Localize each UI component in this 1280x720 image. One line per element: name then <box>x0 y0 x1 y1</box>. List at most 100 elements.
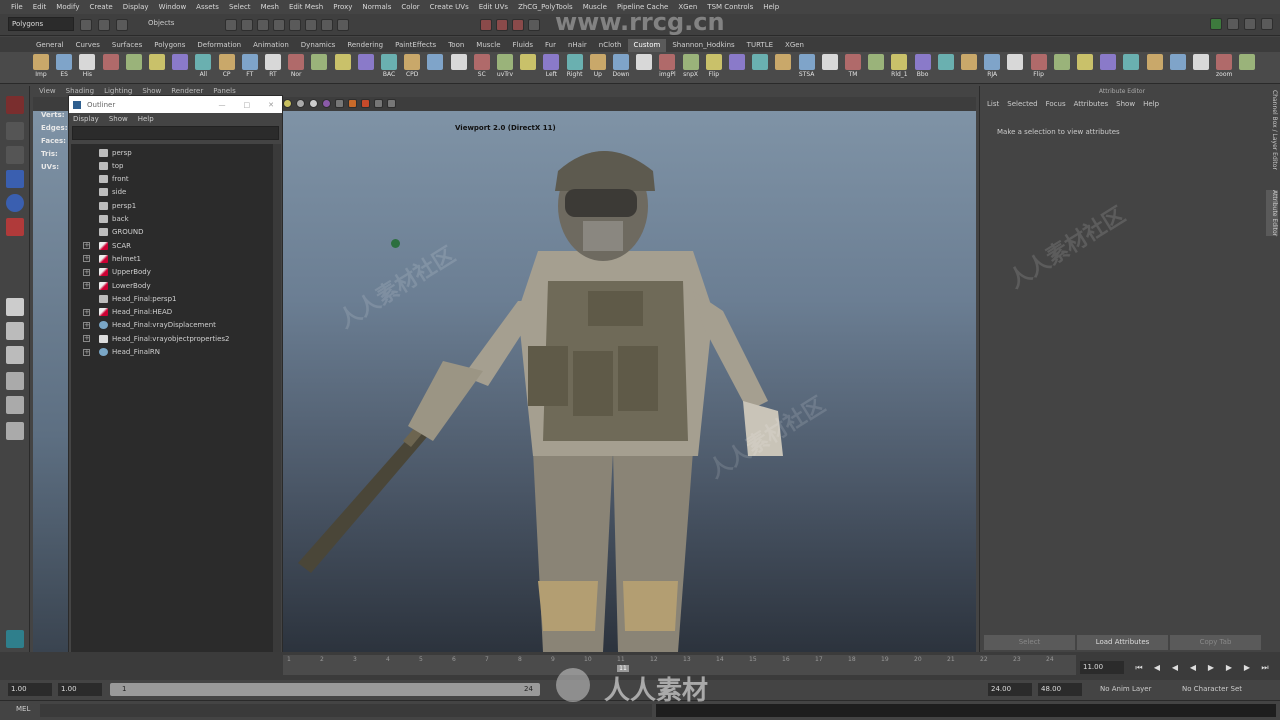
outliner-item[interactable]: + Head_Final:vrayDisplacement <box>71 319 271 332</box>
menu-item[interactable]: Normals <box>357 3 396 11</box>
menu-item[interactable]: Assets <box>191 3 224 11</box>
shelf-button[interactable]: FT <box>239 54 261 82</box>
menu-item[interactable]: Mesh <box>256 3 284 11</box>
outliner-item[interactable]: + UpperBody <box>71 266 271 279</box>
shelf-button[interactable]: Imp <box>30 54 52 82</box>
menu-item[interactable]: Edit <box>28 3 52 11</box>
shelf-button[interactable]: Bbo <box>912 54 934 82</box>
shelf-button[interactable]: Right <box>564 54 586 82</box>
paint-select-icon[interactable] <box>6 146 24 164</box>
shelf-button[interactable] <box>1120 54 1142 82</box>
go-to-end-icon[interactable]: ⏭ <box>1260 663 1270 673</box>
shelf-button[interactable] <box>772 54 794 82</box>
snap-grid-icon[interactable] <box>273 19 285 31</box>
snap-curve-icon[interactable] <box>289 19 301 31</box>
expand-icon[interactable]: + <box>83 242 90 250</box>
shelf-button[interactable]: uvTrv <box>494 54 516 82</box>
shelf-tab[interactable]: Muscle <box>470 39 506 52</box>
shelf-button[interactable] <box>1004 54 1026 82</box>
render-settings-icon[interactable] <box>512 19 524 31</box>
shelf-button[interactable] <box>355 54 377 82</box>
isolate-select-icon[interactable] <box>374 99 383 108</box>
shelf-tab[interactable]: Surfaces <box>106 39 148 52</box>
shelf-button[interactable] <box>448 54 470 82</box>
copy-tab-button[interactable]: Copy Tab <box>1170 635 1261 650</box>
graph-layout-icon[interactable] <box>6 396 24 414</box>
outliner-item[interactable]: Head_Final:persp1 <box>71 292 271 305</box>
shelf-button[interactable] <box>1097 54 1119 82</box>
menu-item[interactable]: Proxy <box>328 3 357 11</box>
save-scene-icon[interactable] <box>116 19 128 31</box>
current-time-field[interactable]: 11.00 <box>1080 661 1124 674</box>
shelf-button[interactable] <box>1167 54 1189 82</box>
viewport-menu-item[interactable]: View <box>39 86 56 97</box>
shelf-button[interactable] <box>1051 54 1073 82</box>
outliner-menu-help[interactable]: Help <box>138 113 154 125</box>
persp-outliner-layout-icon[interactable] <box>6 372 24 390</box>
shelf-tab[interactable]: Fluids <box>507 39 539 52</box>
outliner-menu-display[interactable]: Display <box>73 113 99 125</box>
go-to-start-icon[interactable]: ⏮ <box>1134 663 1144 673</box>
new-scene-icon[interactable] <box>80 19 92 31</box>
menu-item[interactable]: Create UVs <box>425 3 474 11</box>
outliner-item[interactable]: + LowerBody <box>71 279 271 292</box>
anim-layer-dropdown[interactable]: No Anim Layer <box>1100 685 1151 693</box>
ae-menu-list[interactable]: List <box>987 97 999 111</box>
menu-item[interactable]: Help <box>758 3 784 11</box>
outliner-item[interactable]: top <box>71 159 271 172</box>
shelf-tab[interactable]: Animation <box>247 39 295 52</box>
ipr-render-icon[interactable] <box>496 19 508 31</box>
outliner-item[interactable]: + Head_FinalRN <box>71 346 271 359</box>
shelf-button[interactable]: Up <box>587 54 609 82</box>
motion-blur-icon[interactable] <box>361 99 370 108</box>
shelf-tab[interactable]: Deformation <box>191 39 247 52</box>
snap-surface-icon[interactable] <box>337 19 349 31</box>
playback-start-field[interactable]: 1.00 <box>58 683 102 696</box>
outliner-item[interactable]: persp <box>71 146 271 159</box>
step-forward-key-icon[interactable]: ▶ <box>1242 663 1252 673</box>
selection-mode-label[interactable]: Objects <box>148 19 174 27</box>
expand-icon[interactable]: + <box>83 348 90 356</box>
shelf-tab[interactable]: Dynamics <box>295 39 342 52</box>
channel-box-toggle-icon[interactable] <box>1261 18 1273 30</box>
outliner-titlebar[interactable]: Outliner — □ ✕ <box>69 96 282 113</box>
load-attributes-button[interactable]: Load Attributes <box>1077 635 1168 650</box>
shelf-button[interactable] <box>332 54 354 82</box>
shelf-button[interactable] <box>517 54 539 82</box>
range-slider-bar[interactable]: 1 24 <box>110 683 540 696</box>
soldier-character-model[interactable] <box>283 111 976 652</box>
shelf-tab[interactable]: Custom <box>627 39 667 52</box>
play-forwards-icon[interactable]: ▶ <box>1206 663 1216 673</box>
select-component-icon[interactable] <box>257 19 269 31</box>
shelf-button[interactable] <box>1074 54 1096 82</box>
outliner-item[interactable]: GROUND <box>71 226 271 239</box>
shelf-button[interactable]: RJA <box>981 54 1003 82</box>
rotate-tool-icon[interactable] <box>6 194 24 212</box>
outliner-item[interactable]: front <box>71 173 271 186</box>
step-forward-frame-icon[interactable]: ▶ <box>1224 663 1234 673</box>
snap-point-icon[interactable] <box>305 19 317 31</box>
shelf-button[interactable] <box>865 54 887 82</box>
expand-icon[interactable]: + <box>83 335 90 343</box>
move-tool-icon[interactable] <box>6 170 24 188</box>
tool-settings-toggle-icon[interactable] <box>1244 18 1256 30</box>
shelf-button[interactable]: Left <box>540 54 562 82</box>
ae-menu-help[interactable]: Help <box>1143 97 1159 111</box>
single-pane-layout-icon[interactable] <box>6 298 24 316</box>
menu-item[interactable]: Select <box>224 3 256 11</box>
step-back-key-icon[interactable]: ◀ <box>1152 663 1162 673</box>
viewport-3d[interactable]: Viewport 2.0 (DirectX 11) <box>283 111 976 652</box>
shelf-button[interactable] <box>726 54 748 82</box>
select-object-icon[interactable] <box>241 19 253 31</box>
shelf-button[interactable]: TM <box>842 54 864 82</box>
outliner-scrollbar[interactable] <box>273 144 281 664</box>
shelf-button[interactable]: Rld_1 <box>888 54 910 82</box>
animation-end-field[interactable]: 48.00 <box>1038 683 1082 696</box>
shelf-button[interactable]: snpX <box>680 54 702 82</box>
animation-start-field[interactable]: 1.00 <box>8 683 52 696</box>
shelf-tab[interactable]: Polygons <box>148 39 191 52</box>
ae-menu-focus[interactable]: Focus <box>1046 97 1066 111</box>
shelf-button[interactable]: ES <box>53 54 75 82</box>
outliner-item[interactable]: + Head_Final:vrayobjectproperties2 <box>71 332 271 345</box>
ambient-occlusion-icon[interactable] <box>348 99 357 108</box>
